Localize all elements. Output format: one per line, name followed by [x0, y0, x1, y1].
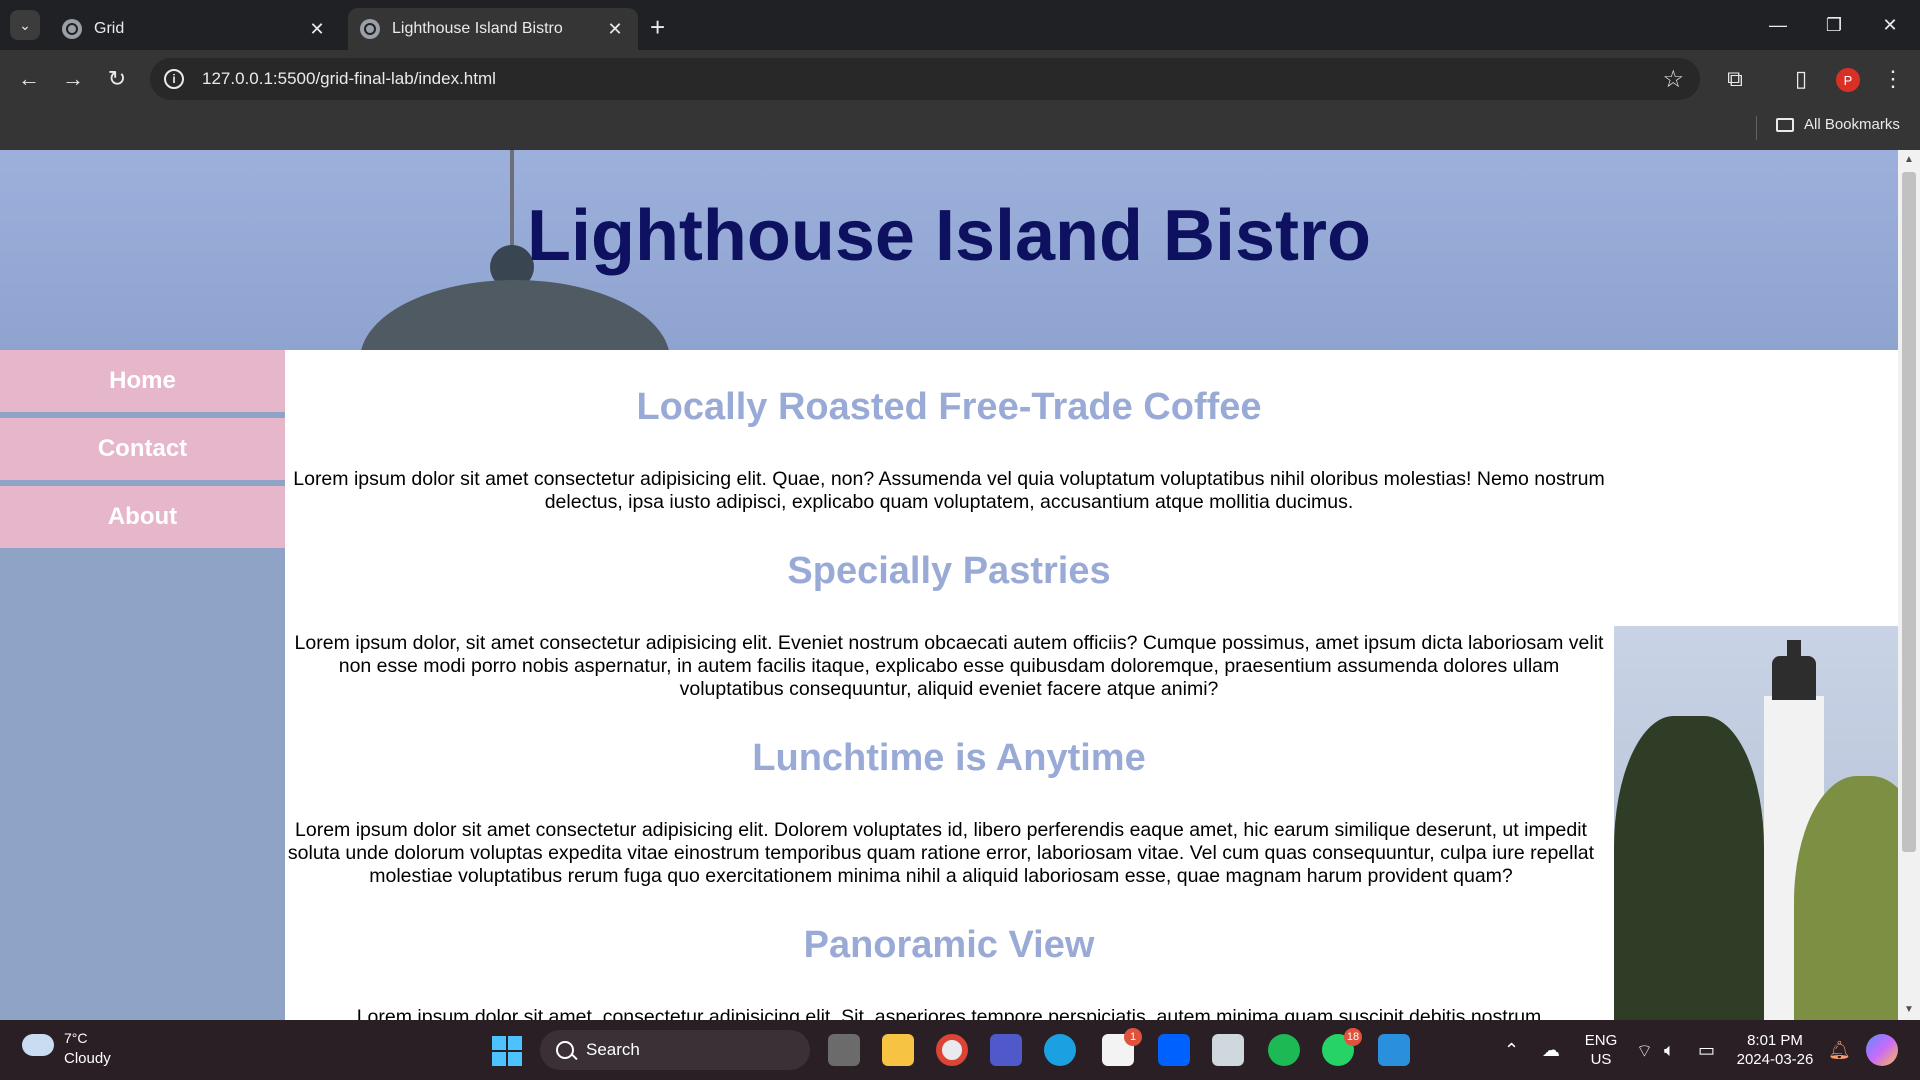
- region-code: US: [1590, 1051, 1612, 1068]
- weather-temperature: 7°C: [64, 1030, 88, 1046]
- notification-bell-icon[interactable]: 🔔︎: [1828, 1040, 1851, 1061]
- all-bookmarks-label: All Bookmarks: [1804, 116, 1900, 133]
- bookmarks-bar: All Bookmarks: [0, 108, 1920, 150]
- wifi-icon[interactable]: ⌔: [1636, 1040, 1653, 1063]
- lighthouse-dome: [360, 280, 670, 350]
- reload-icon[interactable]: ↻: [102, 64, 132, 94]
- main-content: Locally Roasted Free-Trade Coffee Lorem …: [285, 350, 1613, 1020]
- site-info-icon[interactable]: i: [164, 69, 184, 89]
- tree-shape: [1614, 716, 1764, 1020]
- taskbar: 7°C Cloudy Search 1 18 ⌃ ☁ ENG US ⌔ 🔈︎ ▭…: [0, 1020, 1920, 1080]
- divider: [1756, 116, 1757, 140]
- section-text-coffee: Lorem ipsum dolor sit amet consectetur a…: [293, 468, 1605, 513]
- taskbar-search[interactable]: Search: [540, 1030, 810, 1070]
- close-tab-icon[interactable]: ✕: [306, 19, 328, 40]
- file-explorer-icon[interactable]: [882, 1034, 914, 1066]
- store-icon[interactable]: 1: [1102, 1028, 1142, 1066]
- language-indicator[interactable]: ENG US: [1580, 1031, 1622, 1069]
- restore-button[interactable]: ❐: [1806, 8, 1862, 42]
- bookmark-star-icon[interactable]: ☆: [1662, 65, 1684, 94]
- onedrive-cloud-icon[interactable]: ☁: [1542, 1040, 1560, 1061]
- lighthouse-top: [1787, 640, 1801, 658]
- site-header: Lighthouse Island Bistro: [0, 150, 1898, 350]
- globe-icon: [360, 19, 380, 39]
- amazon-icon[interactable]: [1212, 1034, 1244, 1066]
- chevron-up-icon[interactable]: ⌃: [1504, 1040, 1519, 1061]
- store-badge: 1: [1124, 1028, 1142, 1046]
- nav-contact-link[interactable]: Contact: [0, 418, 285, 480]
- extensions-icon[interactable]: ⧉: [1718, 62, 1752, 96]
- cloud-icon[interactable]: [22, 1034, 54, 1056]
- page-viewport: Lighthouse Island Bistro Home Contact Ab…: [0, 150, 1898, 1020]
- search-icon: [556, 1041, 574, 1059]
- address-bar[interactable]: i 127.0.0.1:5500/grid-final-lab/index.ht…: [150, 58, 1700, 100]
- scroll-down-icon[interactable]: ▼: [1898, 1000, 1920, 1020]
- all-bookmarks-button[interactable]: All Bookmarks: [1776, 116, 1900, 133]
- browser-toolbar: ← → ↻ i 127.0.0.1:5500/grid-final-lab/in…: [0, 50, 1920, 108]
- tab-title: Lighthouse Island Bistro: [392, 20, 563, 37]
- clock[interactable]: 8:01 PM 2024-03-26: [1730, 1031, 1820, 1069]
- battery-icon[interactable]: ▭: [1698, 1040, 1715, 1061]
- scroll-up-icon[interactable]: ▲: [1898, 150, 1920, 170]
- vscode-icon[interactable]: [1378, 1034, 1410, 1066]
- more-menu-icon[interactable]: ⋮: [1876, 62, 1910, 96]
- sidebar-nav: Home Contact About: [0, 350, 285, 1020]
- section-heading-coffee: Locally Roasted Free-Trade Coffee: [636, 386, 1262, 428]
- taskbar-search-label: Search: [586, 1040, 640, 1059]
- section-text-pastries: Lorem ipsum dolor, sit amet consectetur …: [294, 632, 1604, 700]
- tab-bar: ⌄ Grid ✕ Lighthouse Island Bistro ✕ + — …: [0, 0, 1920, 50]
- section-heading-panoramic: Panoramic View: [803, 924, 1095, 966]
- task-view-icon[interactable]: [828, 1034, 860, 1066]
- scrollbar-thumb[interactable]: [1902, 172, 1916, 852]
- windows-start-icon[interactable]: [492, 1036, 522, 1066]
- weather-description: Cloudy: [64, 1050, 111, 1067]
- page-scrollbar[interactable]: ▲ ▼: [1898, 150, 1920, 1020]
- whatsapp-badge: 18: [1344, 1028, 1362, 1046]
- clock-date: 2024-03-26: [1736, 1051, 1814, 1068]
- spotify-icon[interactable]: [1268, 1034, 1300, 1066]
- language-code: ENG: [1584, 1032, 1618, 1049]
- profile-avatar[interactable]: P: [1836, 68, 1860, 92]
- clock-time: 8:01 PM: [1747, 1032, 1803, 1049]
- teams-icon[interactable]: [990, 1034, 1022, 1066]
- close-tab-icon[interactable]: ✕: [604, 19, 626, 40]
- section-heading-lunch: Lunchtime is Anytime: [752, 737, 1146, 779]
- forward-icon[interactable]: →: [58, 64, 88, 94]
- url-text: 127.0.0.1:5500/grid-final-lab/index.html: [202, 69, 496, 88]
- lighthouse-image: [1614, 626, 1898, 1020]
- globe-icon: [62, 19, 82, 39]
- minimize-button[interactable]: —: [1750, 8, 1806, 42]
- section-text-lunch: Lorem ipsum dolor sit amet consectetur a…: [287, 819, 1595, 887]
- new-tab-button[interactable]: +: [650, 12, 665, 43]
- site-title: Lighthouse Island Bistro: [526, 196, 1372, 276]
- tab-grid[interactable]: Grid ✕: [50, 8, 340, 50]
- close-window-button[interactable]: ✕: [1862, 8, 1918, 42]
- tab-search-menu-button[interactable]: ⌄: [10, 10, 40, 40]
- nav-about-link[interactable]: About: [0, 486, 285, 548]
- tab-title: Grid: [94, 20, 125, 37]
- edge-icon[interactable]: [1044, 1034, 1076, 1066]
- tab-lighthouse-island-bistro[interactable]: Lighthouse Island Bistro ✕: [348, 8, 638, 50]
- lighthouse-lantern: [1772, 656, 1816, 700]
- dropbox-icon[interactable]: [1158, 1034, 1190, 1066]
- volume-icon[interactable]: 🔈︎: [1664, 1040, 1675, 1061]
- folder-icon: [1776, 117, 1794, 132]
- back-icon[interactable]: ←: [14, 64, 44, 94]
- section-text-panoramic: Lorem ipsum dolor sit amet, consectetur …: [356, 1006, 1542, 1020]
- section-heading-pastries: Specially Pastries: [787, 550, 1111, 592]
- side-panel-icon[interactable]: ▯: [1784, 62, 1818, 96]
- chrome-icon[interactable]: [936, 1034, 968, 1066]
- nav-home-link[interactable]: Home: [0, 350, 285, 412]
- whatsapp-icon[interactable]: 18: [1322, 1028, 1362, 1066]
- copilot-icon[interactable]: [1866, 1034, 1898, 1066]
